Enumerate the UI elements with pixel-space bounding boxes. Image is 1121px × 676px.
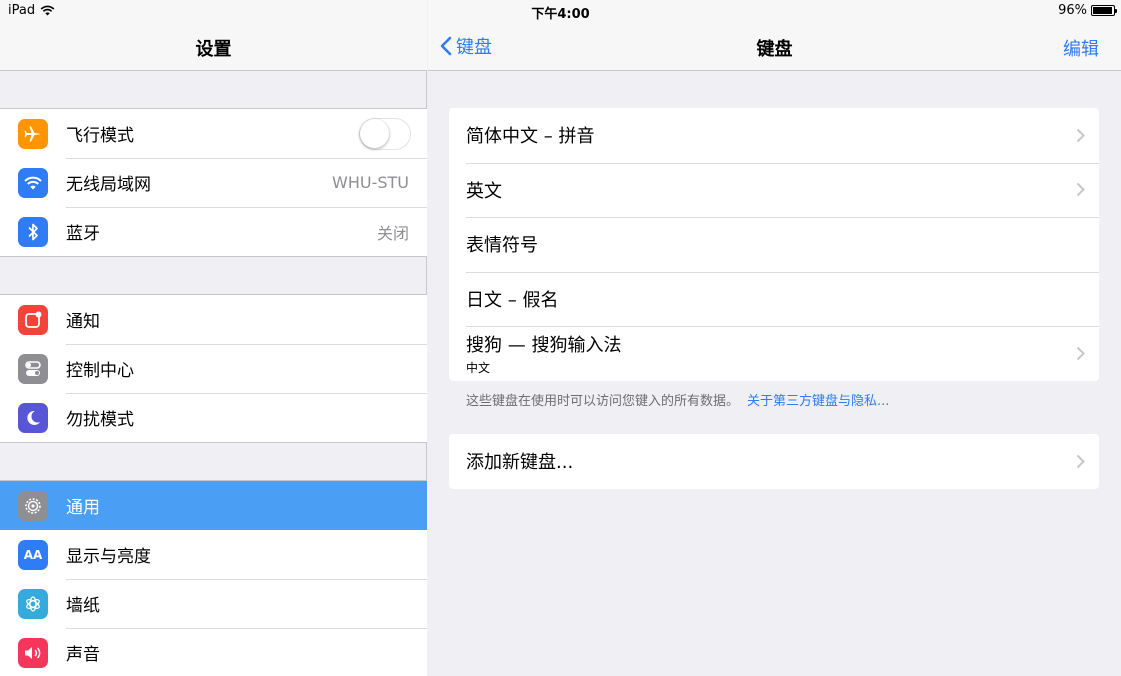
wifi-network-name: WHU-STU (332, 173, 409, 192)
settings-item-general[interactable]: 通用 (0, 481, 427, 530)
keyboard-item-label: 表情符号 (466, 235, 538, 257)
settings-item-label: 控制中心 (66, 361, 134, 381)
settings-item-label: 飞行模式 (66, 126, 134, 146)
bluetooth-icon (18, 216, 48, 247)
settings-item-wifi[interactable]: 无线局域网 WHU-STU (0, 158, 427, 207)
settings-item-label: 勿扰模式 (66, 410, 134, 430)
toggle-knob (360, 118, 389, 148)
control-center-icon (18, 353, 48, 384)
bluetooth-status: 关闭 (376, 223, 409, 243)
settings-item-airplane-mode[interactable]: 飞行模式 (0, 109, 427, 158)
settings-item-display-brightness[interactable]: AA 显示与亮度 (0, 530, 427, 579)
keyboard-item-english[interactable]: 英文 (449, 162, 1099, 218)
settings-item-label: 通知 (66, 312, 100, 332)
keyboard-item-simplified-chinese-pinyin[interactable]: 简体中文 – 拼音 (449, 108, 1099, 163)
keyboard-item-label: 搜狗 — 搜狗输入法 (466, 335, 622, 357)
settings-item-label: 通用 (66, 498, 100, 518)
chevron-right-icon (1076, 454, 1085, 469)
display-brightness-glyph: AA (23, 547, 43, 562)
speaker-icon (18, 637, 48, 668)
keyboard-item-emoji[interactable]: 表情符号 (449, 217, 1099, 272)
settings-item-do-not-disturb[interactable]: 勿扰模式 (0, 393, 427, 442)
status-bar: iPad 下午4:00 96% (0, 0, 1121, 22)
gear-icon (18, 490, 48, 521)
status-time: 下午4:00 (531, 7, 590, 22)
footnote-text: 这些键盘在使用时可以访问您键入的所有数据。 (466, 394, 740, 409)
airplane-mode-toggle[interactable] (359, 117, 411, 150)
chevron-right-icon (1076, 183, 1085, 197)
wallpaper-icon (18, 588, 48, 619)
airplane-icon (18, 118, 48, 149)
chevron-right-icon (1076, 128, 1085, 143)
settings-group-connectivity: 飞行模式 无线局域网 WHU-STU 蓝牙 关闭 (0, 108, 427, 257)
keyboard-item-label: 简体中文 – 拼音 (466, 126, 595, 148)
settings-item-sounds[interactable]: 声音 (0, 628, 427, 676)
settings-item-label: 蓝牙 (66, 224, 100, 244)
wifi-icon (18, 167, 48, 198)
settings-item-label: 无线局域网 (66, 175, 151, 195)
master-title: 设置 (195, 39, 232, 60)
keyboard-detail-pane: 键盘 键盘 编辑 简体中文 – 拼音 英文 表情符号 日文 – 假名 搜狗 — … (428, 0, 1121, 676)
add-keyboard-group: 添加新键盘... (449, 434, 1099, 489)
settings-group-system: 通知 控制中心 勿扰模式 (0, 294, 427, 443)
edit-button[interactable]: 编辑 (1063, 35, 1099, 61)
chevron-right-icon (1076, 346, 1085, 361)
page-title: 键盘 (756, 39, 793, 60)
settings-item-bluetooth[interactable]: 蓝牙 关闭 (0, 207, 427, 256)
settings-item-control-center[interactable]: 控制中心 (0, 344, 427, 393)
third-party-footnote: 这些键盘在使用时可以访问您键入的所有数据。 关于第三方键盘与隐私... (466, 390, 889, 409)
add-keyboard-label: 添加新键盘... (466, 452, 574, 474)
settings-master-pane: 设置 飞行模式 无线局域网 WHU-STU 蓝牙 关闭 通知 控制中心 勿扰模式… (0, 0, 427, 676)
settings-item-label: 显示与亮度 (66, 547, 151, 567)
add-new-keyboard-button[interactable]: 添加新键盘... (449, 434, 1099, 489)
keyboard-item-label: 英文 (466, 180, 502, 202)
keyboard-item-sogou[interactable]: 搜狗 — 搜狗输入法 中文 (449, 326, 1099, 381)
battery-percent: 96% (1058, 3, 1087, 18)
keyboard-list: 简体中文 – 拼音 英文 表情符号 日文 – 假名 搜狗 — 搜狗输入法 中文 (449, 108, 1099, 381)
moon-icon (18, 402, 48, 433)
settings-group-general: 通用 AA 显示与亮度 墙纸 声音 (0, 480, 427, 676)
keyboard-item-label: 日文 – 假名 (466, 290, 559, 312)
battery-icon (1091, 5, 1117, 16)
display-brightness-icon: AA (18, 539, 48, 570)
settings-item-label: 声音 (66, 645, 100, 665)
status-right: 96% (1058, 3, 1117, 18)
notifications-icon (18, 304, 48, 335)
keyboard-item-japanese-kana[interactable]: 日文 – 假名 (449, 271, 1099, 327)
battery-fill (1093, 7, 1113, 14)
keyboard-item-sublabel: 中文 (466, 361, 491, 376)
privacy-link[interactable]: 关于第三方键盘与隐私... (747, 394, 889, 409)
settings-item-label: 墙纸 (66, 596, 100, 616)
settings-item-wallpaper[interactable]: 墙纸 (0, 579, 427, 628)
settings-item-notifications[interactable]: 通知 (0, 295, 427, 344)
